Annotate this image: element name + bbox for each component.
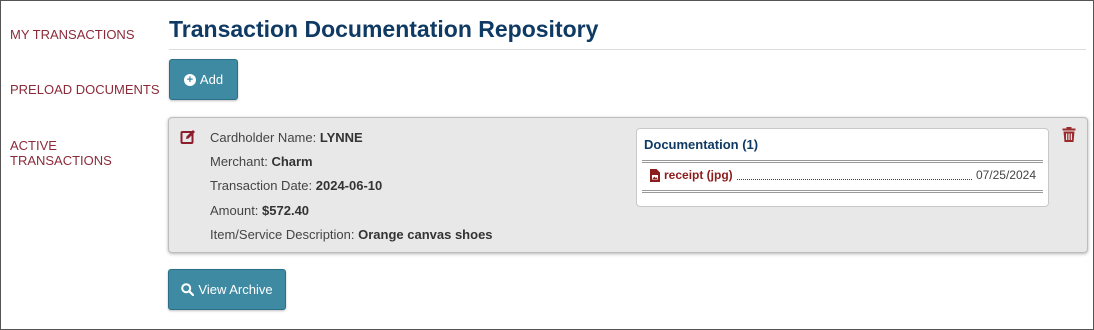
- sidebar-item-my-transactions[interactable]: MY TRANSACTIONS: [10, 27, 134, 42]
- plus-circle-icon: +: [183, 73, 196, 86]
- description-row: Item/Service Description: Orange canvas …: [210, 227, 493, 251]
- documentation-divider-bottom: [642, 190, 1043, 193]
- sidebar-item-active-transactions[interactable]: ACTIVE TRANSACTIONS: [10, 138, 160, 168]
- merchant-label: Merchant:: [210, 154, 268, 170]
- file-image-icon: [650, 168, 660, 182]
- document-link[interactable]: receipt (jpg): [650, 168, 733, 182]
- merchant-value: Charm: [271, 154, 313, 170]
- cardholder-row: Cardholder Name: LYNNE: [210, 130, 493, 154]
- app-frame: MY TRANSACTIONS PRELOAD DOCUMENTS ACTIVE…: [0, 0, 1094, 330]
- document-list-item: receipt (jpg) 07/25/2024: [650, 168, 1036, 182]
- add-button[interactable]: + Add: [169, 59, 238, 100]
- transaction-date-row: Transaction Date: 2024-06-10: [210, 178, 493, 202]
- amount-label: Amount:: [210, 202, 259, 218]
- view-archive-label: View Archive: [198, 282, 273, 297]
- transaction-date-label: Transaction Date:: [210, 178, 313, 194]
- transaction-card: Cardholder Name: LYNNE Merchant: Charm T…: [168, 117, 1088, 253]
- view-archive-button[interactable]: View Archive: [168, 269, 286, 310]
- search-icon: [181, 283, 195, 296]
- amount-value: $572.40: [262, 202, 310, 218]
- description-value: Orange canvas shoes: [358, 226, 493, 242]
- edit-icon[interactable]: [180, 129, 196, 145]
- transaction-details: Cardholder Name: LYNNE Merchant: Charm T…: [210, 130, 493, 251]
- cardholder-value: LYNNE: [319, 130, 363, 145]
- document-date: 07/25/2024: [975, 168, 1036, 182]
- transaction-date-value: 2024-06-10: [315, 178, 383, 194]
- merchant-row: Merchant: Charm: [210, 154, 493, 178]
- title-divider: [169, 49, 1086, 50]
- documentation-title: Documentation (1): [644, 137, 759, 152]
- document-name: receipt (jpg): [664, 168, 733, 182]
- sidebar-item-preload-documents[interactable]: PRELOAD DOCUMENTS: [10, 82, 160, 97]
- cardholder-label: Cardholder Name:: [210, 130, 317, 145]
- add-button-label: Add: [199, 72, 224, 87]
- trash-icon[interactable]: [1062, 127, 1076, 142]
- description-label: Item/Service Description:: [210, 226, 355, 242]
- documentation-divider-top: [642, 160, 1043, 163]
- dotted-leader: [736, 171, 972, 180]
- documentation-panel: Documentation (1) receipt (jpg) 07/25/20…: [636, 128, 1049, 207]
- page-title: Transaction Documentation Repository: [169, 16, 599, 42]
- amount-row: Amount: $572.40: [210, 203, 493, 227]
